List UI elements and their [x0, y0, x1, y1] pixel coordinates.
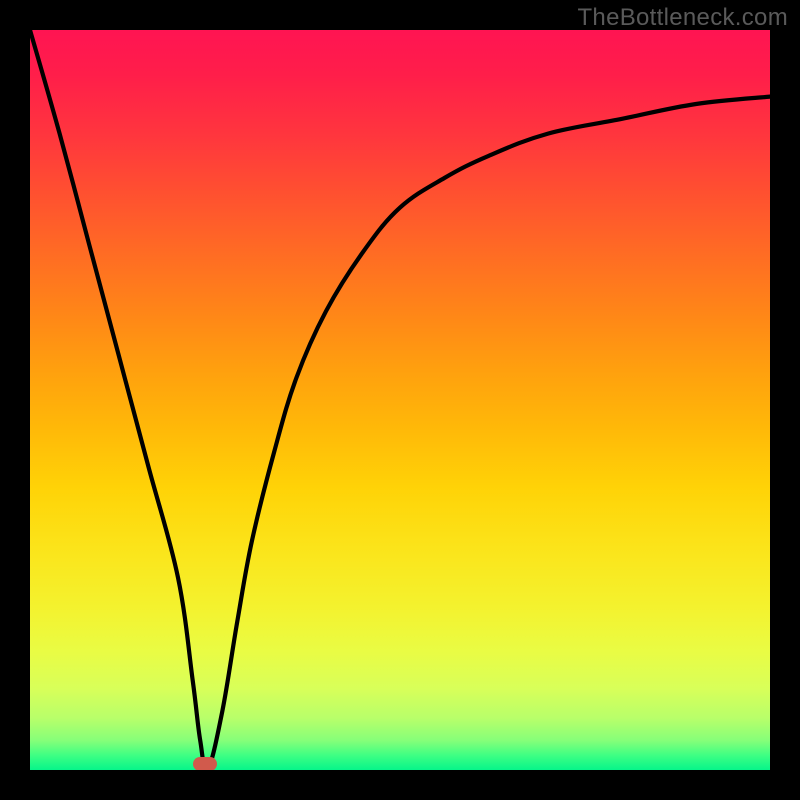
plot-area: [30, 30, 770, 770]
curve-svg: [30, 30, 770, 770]
source-caption: TheBottleneck.com: [577, 4, 788, 32]
minimum-marker: [193, 757, 217, 770]
chart-frame: TheBottleneck.com: [0, 0, 800, 800]
bottleneck-curve: [30, 30, 770, 770]
